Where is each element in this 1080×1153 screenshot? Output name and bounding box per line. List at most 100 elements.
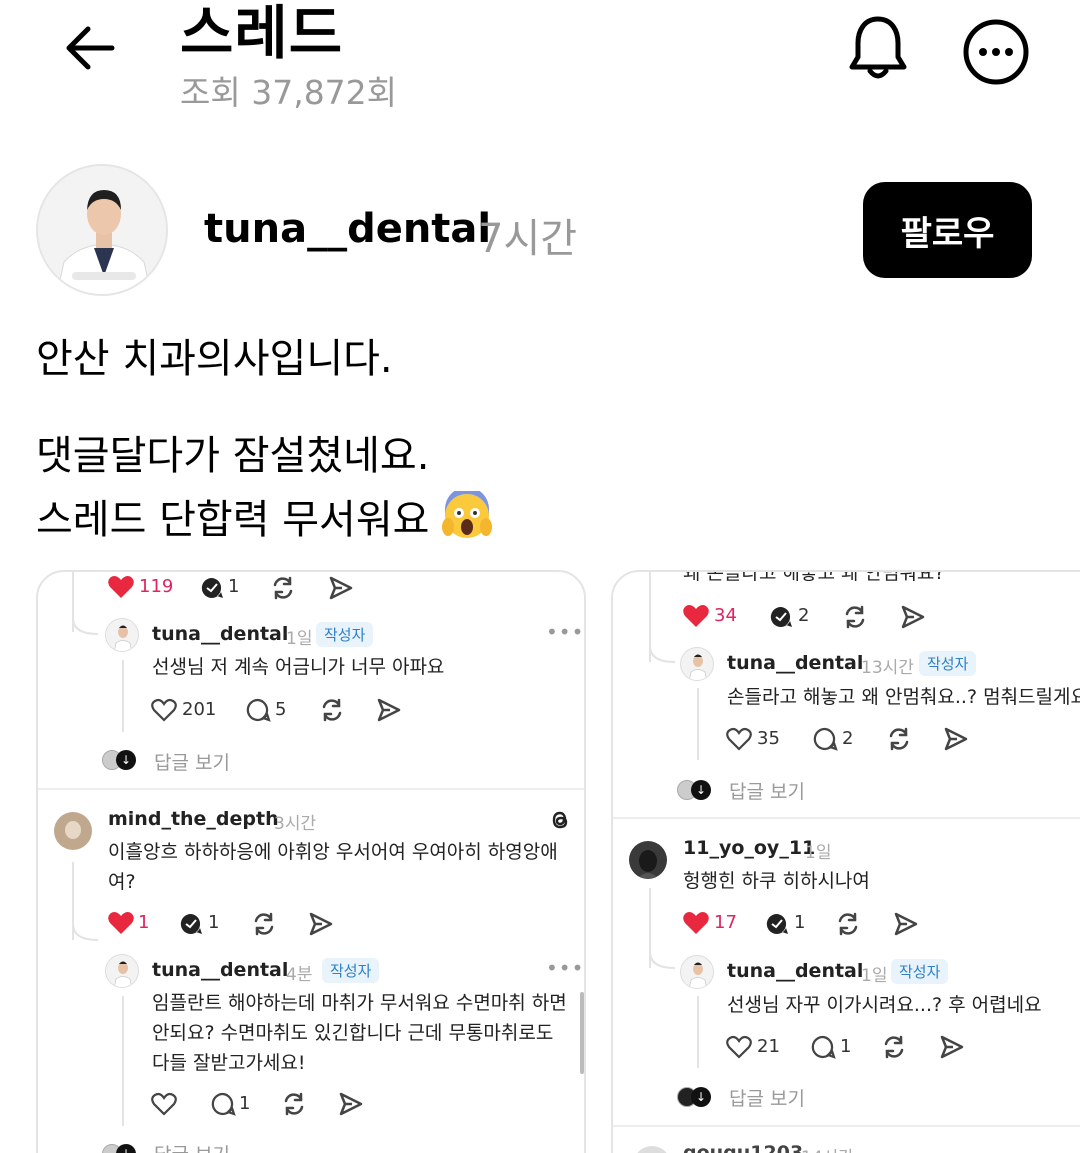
comment-text: 여? bbox=[108, 871, 136, 893]
reply-avatar[interactable] bbox=[680, 955, 714, 989]
reply-username[interactable]: tuna__dental bbox=[727, 960, 863, 982]
see-replies-link[interactable]: 답글 보기 bbox=[154, 1140, 230, 1153]
replier-avatars: ↓ bbox=[102, 1144, 142, 1153]
reply-text: 안되요? 수면마취도 있긴합니다 근데 무통마취로도 bbox=[152, 1022, 554, 1044]
share-icon[interactable] bbox=[328, 575, 354, 601]
share-icon[interactable] bbox=[308, 911, 334, 937]
reply-filled-icon[interactable] bbox=[769, 605, 793, 629]
scream-emoji-icon bbox=[442, 491, 493, 538]
reply-avatar[interactable] bbox=[105, 954, 139, 988]
reply-username[interactable]: tuna__dental bbox=[152, 959, 288, 981]
post-text-line: 안산 치과의사입니다. bbox=[36, 336, 393, 382]
heart-filled-icon[interactable] bbox=[683, 911, 709, 935]
reply-icon[interactable] bbox=[810, 1034, 836, 1060]
reply-more-icon[interactable]: ••• bbox=[546, 620, 584, 644]
comment-time: 14시간 bbox=[801, 1143, 854, 1153]
more-icon bbox=[963, 19, 1029, 85]
post-text-line: 스레드 단합력 무서워요 bbox=[36, 488, 493, 552]
see-replies-link[interactable]: 답글 보기 bbox=[729, 777, 805, 804]
reply-filled-icon[interactable] bbox=[179, 912, 203, 936]
like-count: 17 bbox=[714, 912, 737, 933]
repost-icon[interactable] bbox=[886, 726, 912, 752]
comment-time: 1일 bbox=[805, 843, 832, 863]
reply-time: 13시간 bbox=[861, 658, 914, 678]
thread-curve bbox=[649, 952, 676, 969]
commenter-avatar[interactable] bbox=[633, 1146, 671, 1153]
author-badge: 작성자 bbox=[316, 622, 374, 647]
reply-avatar[interactable] bbox=[680, 647, 714, 681]
follow-button[interactable]: 팔로우 bbox=[863, 182, 1032, 278]
commenter-avatar[interactable] bbox=[629, 841, 667, 879]
reply-filled-icon[interactable] bbox=[200, 576, 224, 600]
comment-time: 3시간 bbox=[274, 814, 317, 834]
heart-outline-icon[interactable] bbox=[726, 727, 752, 751]
like-count: 201 bbox=[182, 699, 217, 720]
comment-text: 왜 손들라고 해놓고 왜 안멈춰요? bbox=[683, 570, 945, 584]
view-count: 조회 37,872회 bbox=[180, 73, 398, 112]
thread-line bbox=[697, 996, 699, 1068]
reply-icon[interactable] bbox=[210, 1091, 236, 1117]
author-username[interactable]: tuna__dental bbox=[204, 206, 491, 252]
reply-text: 선생님 자꾸 이가시려요...? 후 어렵네요 bbox=[727, 994, 1042, 1016]
embedded-screenshot-right[interactable]: 왜 손들라고 해놓고 왜 안멈춰요? 34 2 tuna__dental 13시… bbox=[611, 570, 1080, 1153]
heart-filled-icon[interactable] bbox=[683, 604, 709, 628]
commenter-username[interactable]: gougu1203 bbox=[683, 1142, 803, 1153]
author-badge: 작성자 bbox=[919, 651, 977, 676]
commenter-username[interactable]: mind_the_depth bbox=[108, 808, 279, 830]
notification-button[interactable] bbox=[840, 10, 916, 86]
commenter-username[interactable]: 11_yo_oy_11 bbox=[683, 837, 815, 859]
repost-icon[interactable] bbox=[281, 1091, 307, 1117]
repost-icon[interactable] bbox=[842, 604, 868, 630]
commenter-avatar[interactable] bbox=[54, 812, 92, 850]
reply-count: 5 bbox=[275, 699, 287, 720]
heart-outline-icon[interactable] bbox=[726, 1035, 752, 1059]
heart-outline-icon[interactable] bbox=[151, 1092, 177, 1116]
share-icon[interactable] bbox=[376, 697, 402, 723]
repost-icon[interactable] bbox=[881, 1034, 907, 1060]
share-icon[interactable] bbox=[943, 726, 969, 752]
like-count: 21 bbox=[757, 1036, 780, 1057]
thread-curve bbox=[649, 646, 676, 663]
see-replies-link[interactable]: 답글 보기 bbox=[729, 1084, 805, 1111]
reply-username[interactable]: tuna__dental bbox=[152, 623, 288, 645]
share-icon[interactable] bbox=[900, 604, 926, 630]
share-icon[interactable] bbox=[893, 911, 919, 937]
reply-count: 1 bbox=[208, 912, 220, 933]
more-options-button[interactable] bbox=[958, 14, 1034, 90]
heart-filled-icon[interactable] bbox=[108, 911, 134, 935]
repost-icon[interactable] bbox=[835, 911, 861, 937]
reply-icon[interactable] bbox=[812, 726, 838, 752]
back-button[interactable] bbox=[60, 20, 120, 76]
scrollbar[interactable] bbox=[580, 992, 584, 1074]
reply-avatar[interactable] bbox=[105, 618, 139, 652]
reply-more-icon[interactable]: ••• bbox=[546, 956, 584, 980]
post-text-line: 댓글달다가 잠설쳤네요. bbox=[36, 433, 430, 479]
reply-icon[interactable] bbox=[245, 697, 271, 723]
repost-icon[interactable] bbox=[251, 911, 277, 937]
reply-text: 다들 잘받고가세요! bbox=[152, 1052, 306, 1074]
share-icon[interactable] bbox=[338, 1091, 364, 1117]
replier-avatars: ↓ bbox=[677, 780, 717, 802]
threads-logo-icon[interactable] bbox=[548, 808, 572, 832]
reply-time: 4분 bbox=[286, 965, 313, 985]
reply-count: 2 bbox=[798, 605, 810, 626]
embedded-screenshot-left[interactable]: 119 1 tuna__dental 1일 작성자 ••• 선생님 저 계속 어… bbox=[36, 570, 586, 1153]
reply-text: 손들라고 해놓고 왜 안멈춰요..? 멈춰드릴게요 bbox=[727, 686, 1080, 708]
see-replies-link[interactable]: 답글 보기 bbox=[154, 748, 230, 775]
heart-outline-icon[interactable] bbox=[151, 698, 177, 722]
reply-username[interactable]: tuna__dental bbox=[727, 652, 863, 674]
author-avatar[interactable] bbox=[36, 164, 168, 296]
author-badge: 작성자 bbox=[322, 958, 380, 983]
like-count: 119 bbox=[139, 576, 174, 597]
repost-icon[interactable] bbox=[270, 575, 296, 601]
share-icon[interactable] bbox=[939, 1034, 965, 1060]
heart-filled-icon[interactable] bbox=[108, 575, 134, 599]
user-avatar-image bbox=[629, 841, 667, 879]
repost-icon[interactable] bbox=[319, 697, 345, 723]
post-time: 7시간 bbox=[478, 216, 578, 262]
like-count: 1 bbox=[138, 912, 150, 933]
reply-filled-icon[interactable] bbox=[765, 912, 789, 936]
thread-curve bbox=[72, 618, 99, 635]
back-arrow-icon bbox=[66, 26, 115, 70]
doctor-avatar-image bbox=[688, 962, 708, 988]
